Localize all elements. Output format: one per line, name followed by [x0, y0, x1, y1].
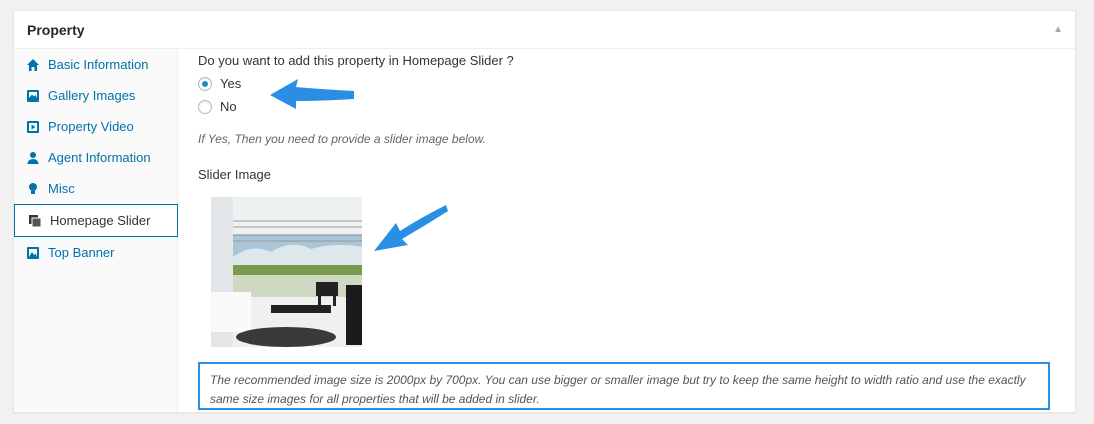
tab-property-video[interactable]: Property Video — [14, 111, 177, 142]
radio-no-row[interactable]: No — [198, 99, 237, 114]
tab-label: Misc — [48, 181, 75, 196]
radio-yes-row[interactable]: Yes — [198, 76, 241, 91]
image-size-note: The recommended image size is 2000px by … — [198, 362, 1050, 410]
tab-gallery-images[interactable]: Gallery Images — [14, 80, 177, 111]
radio-yes-label[interactable]: Yes — [220, 76, 241, 91]
metabox-header[interactable]: Property ▲ — [14, 11, 1075, 49]
tab-misc[interactable]: Misc — [14, 173, 177, 204]
tab-label: Agent Information — [48, 150, 151, 165]
radio-yes[interactable] — [198, 76, 212, 91]
tab-homepage-slider[interactable]: Homepage Slider — [14, 204, 178, 237]
slider-hint: If Yes, Then you need to provide a slide… — [198, 132, 486, 146]
tab-basic-information[interactable]: Basic Information — [14, 49, 177, 80]
metabox-title: Property — [27, 21, 85, 38]
arrow-pointer-icon — [374, 205, 448, 251]
tab-label: Gallery Images — [48, 88, 136, 103]
tab-agent-information[interactable]: Agent Information — [14, 142, 177, 173]
tab-top-banner[interactable]: Top Banner — [14, 237, 177, 268]
radio-no[interactable] — [198, 99, 212, 114]
tab-label: Basic Information — [48, 57, 149, 72]
slider-question: Do you want to add this property in Home… — [198, 53, 514, 68]
homepage-slider-panel: Do you want to add this property in Home… — [198, 49, 1075, 412]
home-icon — [26, 58, 40, 72]
tab-label: Top Banner — [48, 245, 115, 260]
lightbulb-icon — [26, 182, 40, 196]
triangle-up-icon[interactable]: ▲ — [1053, 24, 1063, 35]
arrow-pointer-icon — [270, 79, 354, 109]
banner-icon — [26, 246, 40, 260]
gallery-icon — [26, 89, 40, 103]
slider-image-preview[interactable] — [211, 197, 362, 347]
tab-label: Property Video — [48, 119, 134, 134]
agent-icon — [26, 151, 40, 165]
radio-no-label[interactable]: No — [220, 99, 237, 114]
slider-image-label: Slider Image — [198, 167, 271, 182]
tabs-sidebar: Basic Information Gallery Images Propert… — [14, 49, 178, 412]
tab-label: Homepage Slider — [50, 213, 151, 228]
slider-icon — [28, 214, 42, 228]
video-icon — [26, 120, 40, 134]
property-metabox: Property ▲ Basic Information Gallery Ima… — [13, 10, 1076, 413]
